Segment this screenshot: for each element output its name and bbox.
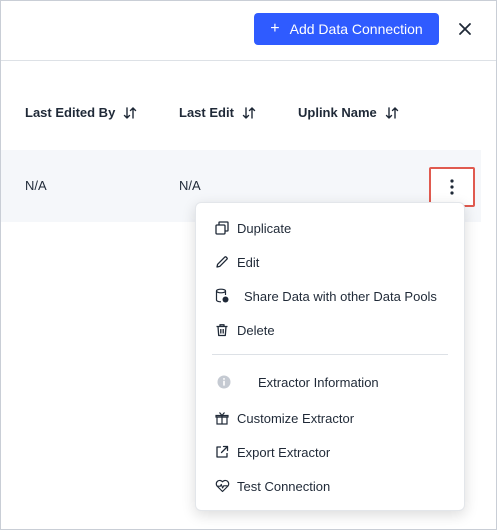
menu-item-edit[interactable]: Edit: [196, 247, 464, 277]
menu-divider: [212, 354, 448, 355]
menu-item-label: Test Connection: [237, 479, 331, 494]
menu-item-label: Duplicate: [237, 221, 292, 236]
trash-icon: [214, 322, 230, 338]
customize-icon: [214, 410, 230, 426]
menu-item-label: Extractor Information: [258, 375, 379, 390]
table-header-row: Last Edited By Last Edit Uplink Name: [1, 96, 496, 132]
column-header-last-edited-by[interactable]: Last Edited By: [25, 105, 137, 120]
menu-item-extractor-information[interactable]: Extractor Information: [196, 367, 464, 397]
menu-item-label: Customize Extractor: [237, 411, 355, 426]
info-icon: [216, 374, 232, 390]
cell-last-edit: N/A: [179, 178, 201, 193]
menu-item-label: Export Extractor: [237, 445, 331, 460]
menu-item-share-data[interactable]: Share Data with other Data Pools: [196, 281, 464, 311]
menu-item-export-extractor[interactable]: Export Extractor: [196, 437, 464, 467]
dialog-panel: + Add Data Connection Last Edited By Las…: [0, 0, 497, 530]
export-icon: [214, 444, 230, 460]
column-header-last-edit[interactable]: Last Edit: [179, 105, 256, 120]
row-actions-menu: Duplicate Edit Share Data with other Dat…: [195, 202, 465, 511]
sort-icon[interactable]: [242, 106, 256, 119]
menu-item-delete[interactable]: Delete: [196, 315, 464, 345]
cell-last-edited-by: N/A: [25, 178, 47, 193]
menu-item-test-connection[interactable]: Test Connection: [196, 471, 464, 501]
column-header-label: Last Edited By: [25, 105, 116, 120]
duplicate-icon: [214, 220, 230, 236]
menu-item-label: Share Data with other Data Pools: [244, 289, 437, 304]
top-bar: + Add Data Connection: [1, 1, 496, 61]
heartbeat-icon: [214, 478, 230, 494]
add-data-connection-button[interactable]: + Add Data Connection: [254, 13, 439, 45]
pencil-icon: [214, 254, 230, 270]
share-data-icon: [214, 288, 230, 304]
close-icon: [459, 23, 471, 35]
plus-icon: +: [270, 20, 280, 37]
more-vertical-icon: [450, 179, 454, 195]
column-header-label: Uplink Name: [298, 105, 377, 120]
menu-item-label: Edit: [237, 255, 260, 270]
menu-item-duplicate[interactable]: Duplicate: [196, 213, 464, 243]
menu-item-customize-extractor[interactable]: Customize Extractor: [196, 403, 464, 433]
sort-icon[interactable]: [123, 106, 137, 119]
add-data-connection-label: Add Data Connection: [289, 21, 423, 37]
column-header-uplink-name[interactable]: Uplink Name: [298, 105, 399, 120]
column-header-label: Last Edit: [179, 105, 234, 120]
row-actions-button[interactable]: [429, 167, 475, 207]
sort-icon[interactable]: [385, 106, 399, 119]
menu-item-label: Delete: [237, 323, 275, 338]
close-button[interactable]: [453, 17, 477, 41]
